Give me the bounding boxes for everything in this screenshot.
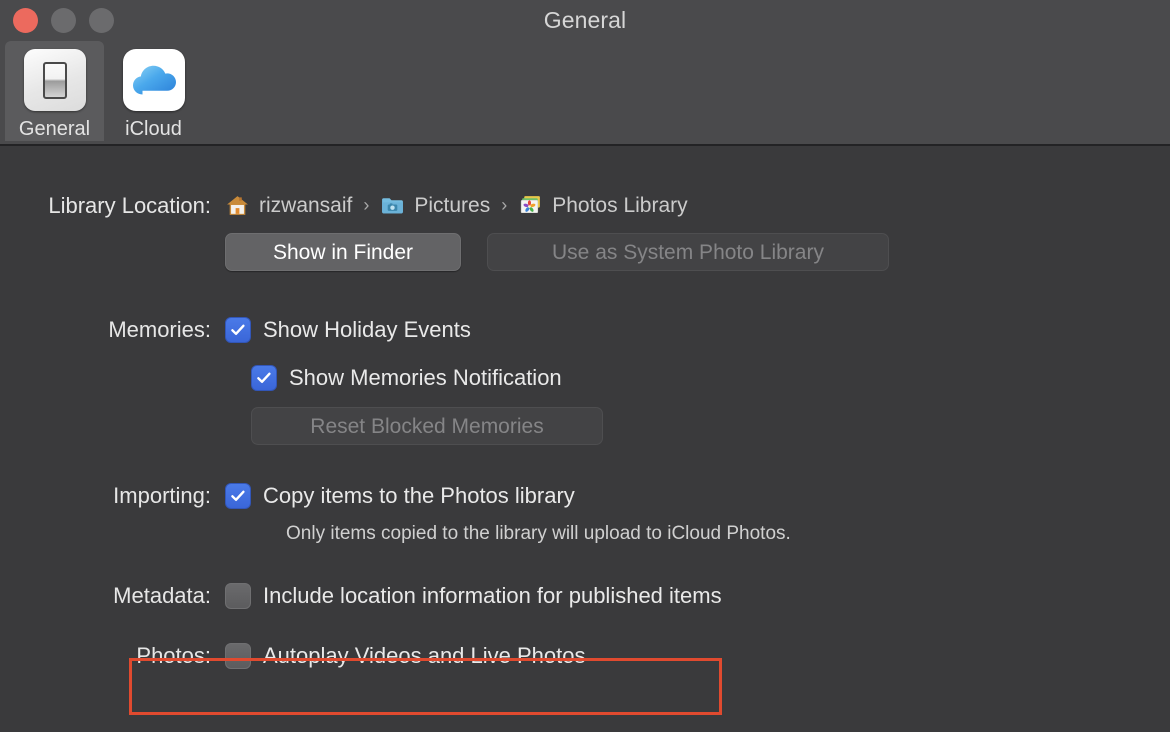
breadcrumb-item-home[interactable]: rizwansaif	[225, 193, 352, 218]
pictures-folder-icon	[380, 193, 405, 218]
preferences-toolbar: General iCloud	[0, 41, 1170, 146]
show-holiday-events-row[interactable]: Show Holiday Events	[225, 317, 471, 343]
show-memories-notification-label: Show Memories Notification	[289, 365, 562, 391]
minimize-button[interactable]	[51, 8, 76, 33]
preferences-window: General General	[0, 0, 1170, 732]
memories-label: Memories:	[0, 317, 225, 343]
reset-blocked-memories-button[interactable]: Reset Blocked Memories	[251, 407, 603, 445]
checkmark-icon	[229, 487, 247, 505]
autoplay-videos-checkbox[interactable]	[225, 643, 251, 669]
breadcrumb-pictures-label: Pictures	[414, 194, 490, 218]
checkmark-icon	[229, 321, 247, 339]
checkmark-icon	[255, 369, 273, 387]
tab-general-label: General	[19, 118, 90, 141]
include-location-checkbox[interactable]	[225, 583, 251, 609]
traffic-light-buttons	[13, 8, 114, 33]
show-holiday-events-label: Show Holiday Events	[263, 317, 471, 343]
tab-icloud-label: iCloud	[125, 118, 182, 141]
preferences-content: Library Location: rizwansaif ›	[0, 193, 1170, 669]
breadcrumb-photos-library-label: Photos Library	[552, 194, 687, 218]
library-location-row: Library Location: rizwansaif ›	[0, 193, 1170, 219]
autoplay-videos-row[interactable]: Autoplay Videos and Live Photos	[225, 643, 586, 669]
breadcrumb-separator-2: ›	[501, 195, 507, 216]
light-switch-icon	[24, 49, 86, 111]
metadata-row: Metadata: Include location information f…	[0, 583, 1170, 609]
breadcrumb-item-photos-library[interactable]: Photos Library	[518, 193, 687, 218]
photos-library-icon	[518, 193, 543, 218]
window-title: General	[0, 7, 1170, 34]
show-memories-notification-row: Show Memories Notification	[0, 365, 1170, 391]
library-location-label: Library Location:	[0, 193, 225, 219]
memories-row: Memories: Show Holiday Events	[0, 317, 1170, 343]
autoplay-videos-label: Autoplay Videos and Live Photos	[263, 643, 586, 669]
include-location-row[interactable]: Include location information for publish…	[225, 583, 722, 609]
show-in-finder-button[interactable]: Show in Finder	[225, 233, 461, 271]
library-buttons-row: Show in Finder Use as System Photo Libra…	[0, 233, 1170, 271]
importing-row: Importing: Copy items to the Photos libr…	[0, 483, 1170, 509]
close-button[interactable]	[13, 8, 38, 33]
zoom-button[interactable]	[89, 8, 114, 33]
tab-general[interactable]: General	[5, 41, 104, 141]
tab-icloud[interactable]: iCloud	[104, 41, 203, 141]
show-memories-notification-checkbox[interactable]	[251, 365, 277, 391]
window-titlebar: General	[0, 0, 1170, 41]
home-icon	[225, 193, 250, 218]
photos-label: Photos:	[0, 643, 225, 669]
breadcrumb: rizwansaif › Pictures ›	[225, 193, 688, 218]
use-as-system-photo-library-button[interactable]: Use as System Photo Library	[487, 233, 889, 271]
show-holiday-events-checkbox[interactable]	[225, 317, 251, 343]
reset-blocked-memories-row: Reset Blocked Memories	[0, 407, 1170, 445]
breadcrumb-home-label: rizwansaif	[259, 194, 352, 218]
importing-note: Only items copied to the library will up…	[286, 523, 791, 545]
importing-label: Importing:	[0, 483, 225, 509]
breadcrumb-item-pictures[interactable]: Pictures	[380, 193, 490, 218]
metadata-label: Metadata:	[0, 583, 225, 609]
include-location-label: Include location information for publish…	[263, 583, 722, 609]
copy-items-label: Copy items to the Photos library	[263, 483, 575, 509]
copy-items-row[interactable]: Copy items to the Photos library	[225, 483, 575, 509]
breadcrumb-separator-1: ›	[363, 195, 369, 216]
icloud-icon	[123, 49, 185, 111]
copy-items-checkbox[interactable]	[225, 483, 251, 509]
photos-row: Photos: Autoplay Videos and Live Photos	[0, 643, 1170, 669]
importing-note-row: Only items copied to the library will up…	[0, 523, 1170, 545]
